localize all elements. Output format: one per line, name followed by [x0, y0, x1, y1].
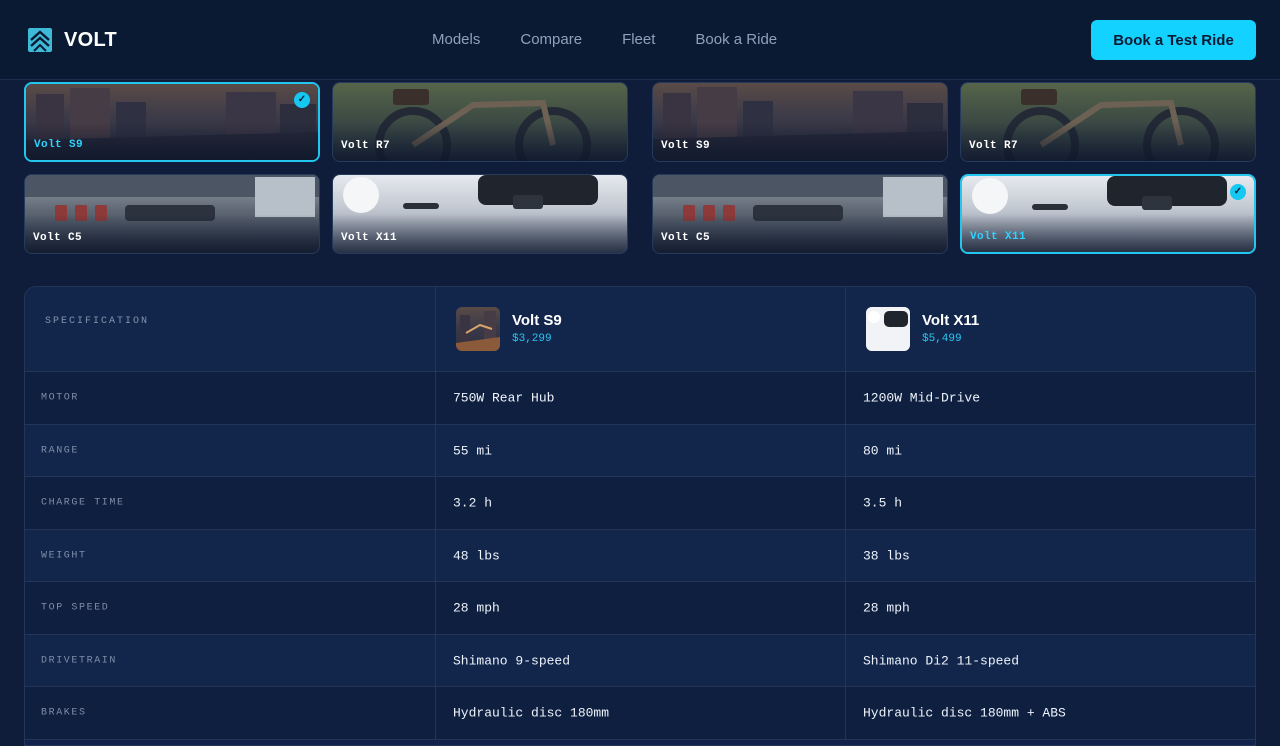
table-row: DRIVETRAIN Shimano 9-speed Shimano Di2 1… — [25, 635, 1255, 687]
model-thumbnail — [866, 307, 910, 351]
spec-name: BRAKES — [41, 707, 87, 719]
spec-value: Shimano Di2 11-speed — [863, 653, 1020, 668]
nav-item-models[interactable]: Models — [432, 31, 480, 49]
value-cell: Shimano Di2 11-speed — [845, 635, 1255, 686]
selector-b-thumb-volt-x11[interactable]: Volt X11 ✓ — [960, 174, 1256, 254]
thumb-label: Volt S9 — [34, 139, 84, 151]
value-cell: 55 mi — [435, 425, 845, 476]
table-header-row: SPECIFICATION Volt S9 $3,299 Volt X11 $5… — [25, 287, 1255, 372]
thumb-label: Volt R7 — [969, 140, 1019, 152]
spec-value: 28 mph — [453, 600, 500, 616]
table-row: MOTOR 750W Rear Hub 1200W Mid-Drive — [25, 372, 1255, 425]
selector-a-thumb-volt-c5[interactable]: Volt C5 — [24, 174, 320, 254]
model-price: $5,499 — [922, 333, 962, 345]
value-cell: 28 mph — [845, 582, 1255, 634]
spec-cell: CHARGE TIME — [25, 477, 435, 529]
spec-cell: RANGE — [25, 425, 435, 476]
spec-value: Shimano 9-speed — [453, 653, 571, 668]
check-icon: ✓ — [1230, 184, 1246, 200]
header-spec-cell: SPECIFICATION — [25, 287, 435, 371]
value-cell: 80 mi — [845, 425, 1255, 476]
model-name: Volt S9 — [512, 312, 562, 329]
nav-item-fleet[interactable]: Fleet — [622, 31, 655, 49]
value-cell: Hydraulic disc 180mm + ABS — [845, 687, 1255, 739]
spec-name: DRIVETRAIN — [41, 655, 118, 666]
spec-value: 55 mi — [453, 443, 493, 458]
spec-value: 80 mi — [863, 443, 903, 458]
spec-value: 1200W Mid-Drive — [863, 390, 981, 406]
thumb-label: Volt C5 — [661, 232, 711, 244]
spec-value: 3.2 h — [453, 495, 493, 511]
nav-item-compare[interactable]: Compare — [520, 31, 582, 49]
spec-cell: MOTOR — [25, 372, 435, 424]
selector-b-thumb-volt-c5[interactable]: Volt C5 — [652, 174, 948, 254]
model-name: Volt X11 — [922, 312, 980, 329]
specification-header: SPECIFICATION — [45, 316, 150, 327]
spec-value: 750W Rear Hub — [453, 390, 555, 406]
spec-value: 28 mph — [863, 600, 910, 616]
value-cell: Hydraulic disc 180mm — [435, 687, 845, 739]
spec-cell: TOP SPEED — [25, 582, 435, 634]
thumb-label: Volt C5 — [33, 232, 83, 244]
value-cell: 1200W Mid-Drive — [845, 372, 1255, 424]
brand[interactable]: VOLT — [27, 27, 117, 53]
check-icon: ✓ — [294, 92, 310, 108]
value-cell: 28 mph — [435, 582, 845, 634]
top-nav-bar: VOLT Models Compare Fleet Book a Ride Bo… — [0, 0, 1280, 80]
spec-name: WEIGHT — [41, 550, 87, 561]
nav-item-book-a-ride[interactable]: Book a Ride — [695, 31, 777, 49]
spec-name: CHARGE TIME — [41, 497, 125, 509]
selector-a-thumb-volt-x11[interactable]: Volt X11 — [332, 174, 628, 254]
spec-value: 38 lbs — [863, 548, 910, 563]
spec-name: RANGE — [41, 445, 80, 456]
comparison-table: SPECIFICATION Volt S9 $3,299 Volt X11 $5… — [24, 286, 1256, 746]
main-nav: Models Compare Fleet Book a Ride — [432, 31, 817, 49]
model-column-header: Volt X11 $5,499 — [845, 287, 1255, 371]
model-column-header: Volt S9 $3,299 — [435, 287, 845, 371]
spec-cell: DRIVETRAIN — [25, 635, 435, 686]
thumb-label: Volt S9 — [661, 140, 711, 152]
value-cell: 750W Rear Hub — [435, 372, 845, 424]
value-cell: 38 lbs — [845, 530, 1255, 581]
thumb-label: Volt X11 — [341, 232, 398, 244]
book-test-ride-button[interactable]: Book a Test Ride — [1091, 20, 1256, 60]
chevron-up-logo-icon — [28, 28, 52, 52]
spec-value: Hydraulic disc 180mm — [453, 705, 610, 721]
value-cell: Shimano 9-speed — [435, 635, 845, 686]
selector-a-thumb-volt-r7[interactable]: Volt R7 — [332, 82, 628, 162]
spec-cell: BRAKES — [25, 687, 435, 739]
model-price: $3,299 — [512, 333, 552, 345]
value-cell: 48 lbs — [435, 530, 845, 581]
table-row: RANGE 55 mi 80 mi — [25, 425, 1255, 477]
table-row: TOP SPEED 28 mph 28 mph — [25, 582, 1255, 635]
brand-name: VOLT — [64, 28, 118, 51]
selector-b-thumb-volt-s9[interactable]: Volt S9 — [652, 82, 948, 162]
spec-value: 48 lbs — [453, 548, 500, 563]
table-row: BRAKES Hydraulic disc 180mm Hydraulic di… — [25, 687, 1255, 740]
spec-name: TOP SPEED — [41, 602, 110, 614]
selector-a-thumb-volt-s9[interactable]: Volt S9 ✓ — [24, 82, 320, 162]
spec-value: Hydraulic disc 180mm + ABS — [863, 705, 1066, 721]
table-row: WEIGHT 48 lbs 38 lbs — [25, 530, 1255, 582]
value-cell: 3.5 h — [845, 477, 1255, 529]
value-cell: 3.2 h — [435, 477, 845, 529]
spec-value: 3.5 h — [863, 495, 903, 511]
model-thumbnail — [456, 307, 500, 351]
selector-b-thumb-volt-r7[interactable]: Volt R7 — [960, 82, 1256, 162]
table-row: CHARGE TIME 3.2 h 3.5 h — [25, 477, 1255, 530]
thumb-label: Volt R7 — [341, 140, 391, 152]
thumb-label: Volt X11 — [970, 231, 1027, 243]
spec-name: MOTOR — [41, 392, 80, 404]
spec-cell: WEIGHT — [25, 530, 435, 581]
